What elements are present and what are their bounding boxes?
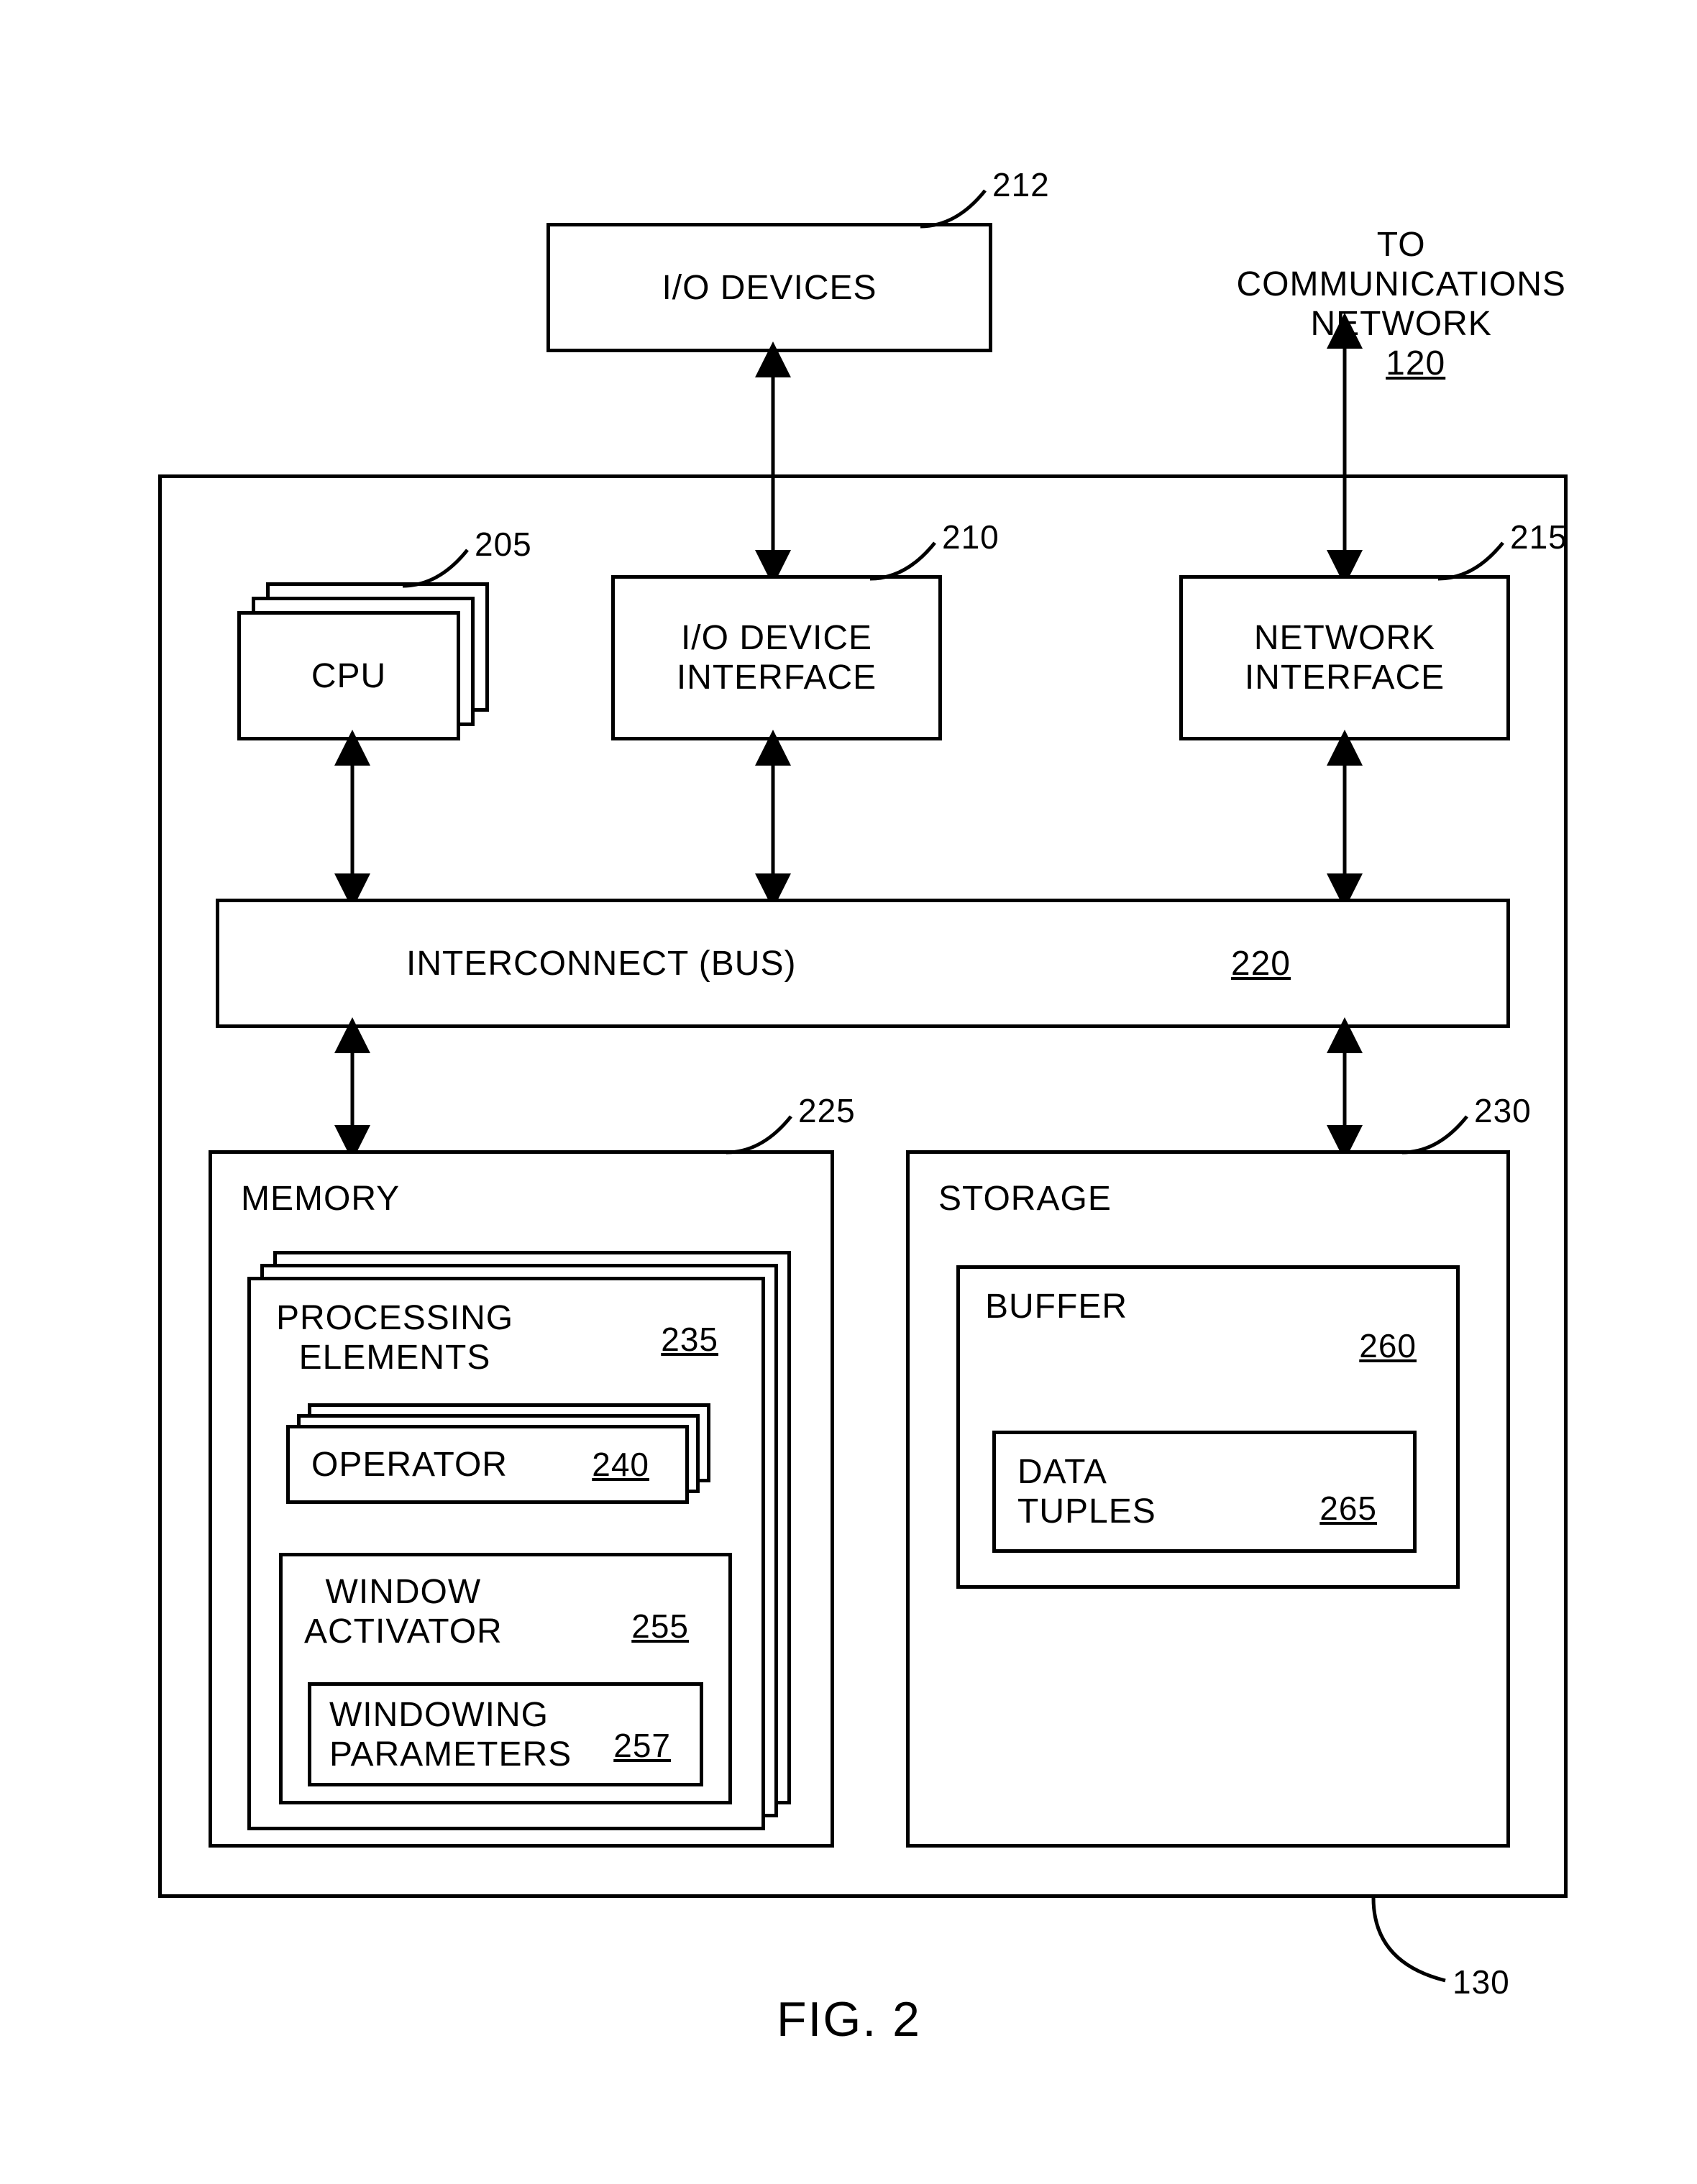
ref-235: 235 [661, 1320, 718, 1359]
ref-205: 205 [475, 525, 532, 564]
ref-257: 257 [613, 1726, 671, 1765]
io-devices-box: I/O DEVICES [546, 223, 992, 352]
bus-label: INTERCONNECT (BUS) [406, 944, 796, 983]
ref-260: 260 [1359, 1326, 1417, 1365]
arrow-cpu-bus [338, 740, 367, 899]
io-iface-box: I/O DEVICE INTERFACE [611, 575, 942, 740]
storage-title: STORAGE [938, 1179, 1112, 1219]
arrow-bus-storage [1330, 1028, 1359, 1150]
pe-title: PROCESSING ELEMENTS [276, 1298, 513, 1377]
arrow-netiface-bus [1330, 740, 1359, 899]
cpu-box: CPU [237, 611, 460, 740]
winparams-title: WINDOWING PARAMETERS [329, 1695, 572, 1774]
net-iface-label: NETWORK INTERFACE [1230, 614, 1459, 702]
io-devices-label: I/O DEVICES [647, 264, 891, 312]
io-iface-label: I/O DEVICE INTERFACE [662, 614, 891, 702]
buffer-title: BUFFER [985, 1287, 1127, 1326]
comm-network-lines: TO COMMUNICATIONS NETWORK [1236, 225, 1565, 344]
figure-caption: FIG. 2 [777, 1991, 921, 2047]
cpu-label: CPU [297, 652, 401, 700]
ref-210: 210 [942, 518, 1000, 556]
ref-225: 225 [798, 1091, 856, 1130]
net-iface-box: NETWORK INTERFACE [1179, 575, 1510, 740]
operator-box: OPERATOR 240 [286, 1425, 689, 1504]
winparams-box: WINDOWING PARAMETERS 257 [308, 1682, 703, 1786]
ref-265: 265 [1319, 1489, 1377, 1528]
tuples-title: DATA TUPLES [1017, 1452, 1156, 1531]
operator-title: OPERATOR [311, 1445, 508, 1485]
diagram-canvas: I/O DEVICES 212 TO COMMUNICATIONS NETWOR… [0, 0, 1697, 2184]
ref-215: 215 [1510, 518, 1568, 556]
ref-255: 255 [631, 1607, 689, 1646]
ref-120: 120 [1386, 344, 1445, 383]
arrow-ioiface-bus [759, 740, 787, 899]
ref-240: 240 [592, 1445, 649, 1484]
ref-212: 212 [992, 165, 1050, 204]
ref-220: 220 [1231, 944, 1291, 983]
comm-network-text: TO COMMUNICATIONS NETWORK 120 [1158, 185, 1604, 423]
ref-230: 230 [1474, 1091, 1532, 1130]
tuples-box: DATA TUPLES 265 [992, 1431, 1417, 1553]
arrow-bus-memory [338, 1028, 367, 1150]
bus-box: INTERCONNECT (BUS) 220 [216, 899, 1510, 1028]
arrow-comm-network-iface [1330, 324, 1359, 575]
ref-130: 130 [1453, 1963, 1510, 2001]
arrow-io-devices-iface [759, 352, 787, 575]
winact-title: WINDOW ACTIVATOR [304, 1572, 503, 1651]
memory-title: MEMORY [241, 1179, 400, 1219]
